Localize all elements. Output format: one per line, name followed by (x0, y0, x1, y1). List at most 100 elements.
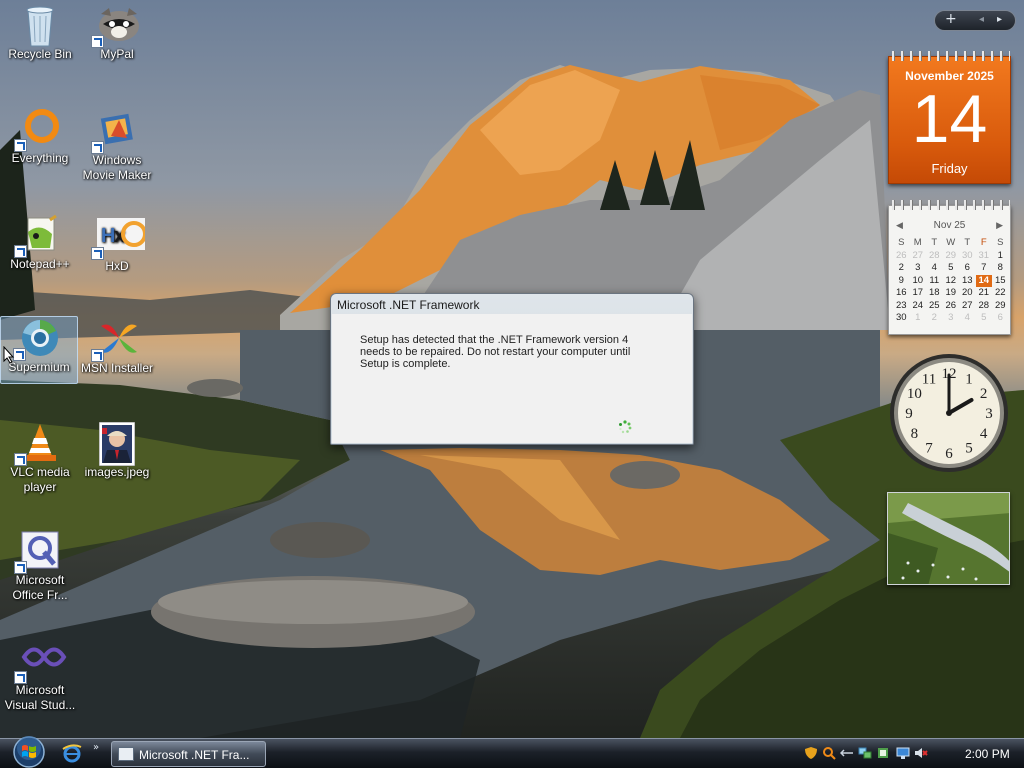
next-gadget-page-button[interactable]: ▸ (997, 14, 1002, 25)
desktop-icon-images-jpeg[interactable]: images.jpeg (77, 421, 157, 480)
calendar-day[interactable]: 28 (926, 250, 943, 263)
calendar-day[interactable]: 27 (959, 300, 976, 313)
add-gadget-button[interactable]: + (945, 11, 957, 27)
calendar-weekday-header: S (898, 237, 905, 248)
security-shield-icon[interactable] (804, 746, 818, 760)
calendar-day[interactable]: 25 (926, 300, 943, 313)
calendar-day[interactable]: 3 (910, 262, 927, 275)
calendar-day[interactable]: 26 (893, 250, 910, 263)
search-icon[interactable] (822, 746, 836, 760)
desktop-icon-hxd[interactable]: H x HxD (77, 216, 157, 274)
desktop-icon-everything[interactable]: Everything (0, 108, 80, 166)
calendar-day[interactable]: 24 (910, 300, 927, 313)
prev-gadget-page-button[interactable]: ◂ (979, 14, 984, 25)
calendar-day[interactable]: 5 (976, 312, 993, 325)
hxd-icon: H x (91, 216, 147, 260)
calendar-day[interactable]: 10 (910, 275, 927, 288)
calendar-day[interactable]: 1 (992, 250, 1009, 263)
quick-launch-more-button[interactable]: » (93, 742, 99, 753)
progress-spinner-icon (619, 420, 632, 434)
clock-numeral: 6 (945, 446, 953, 462)
desktop-icon-label: Windows Movie Maker (82, 153, 152, 182)
desktop-icon-msn-installer[interactable]: MSN Installer (77, 318, 157, 376)
taskbar-clock[interactable]: 2:00 PM (965, 747, 1010, 761)
movie-maker-icon (91, 110, 137, 154)
calendar-gadget-day-view[interactable]: November 2025 14 Friday (888, 51, 1011, 184)
calendar-day[interactable]: 6 (992, 312, 1009, 325)
calendar-day[interactable]: 6 (959, 262, 976, 275)
calendar-day[interactable]: 29 (992, 300, 1009, 313)
calendar-day[interactable]: 17 (910, 287, 927, 300)
calendar-day[interactable]: 3 (943, 312, 960, 325)
network-icon[interactable] (858, 746, 872, 760)
calendar-day[interactable]: 31 (976, 250, 993, 263)
msn-installer-icon (91, 318, 137, 362)
desktop-icon-label: Notepad++ (10, 257, 70, 271)
calendar-day[interactable]: 22 (992, 287, 1009, 300)
calendar-day[interactable]: 9 (893, 275, 910, 288)
calendar-day[interactable]: 19 (943, 287, 960, 300)
taskbar-button-label: Microsoft .NET Fra... (139, 748, 250, 762)
desktop-icon-mypal[interactable]: MyPal (77, 4, 157, 62)
calendar-day[interactable]: 15 (992, 275, 1009, 288)
recycle-bin-icon (20, 4, 60, 47)
calendar-day[interactable]: 1 (910, 312, 927, 325)
calendar-day[interactable]: 20 (959, 287, 976, 300)
next-month-icon[interactable]: ▶ (996, 220, 1003, 231)
clock-numeral: 9 (905, 406, 913, 422)
desktop-icon-recycle-bin[interactable]: Recycle Bin (0, 4, 80, 62)
desktop-icon-label: images.jpeg (84, 465, 150, 479)
calendar-day[interactable]: 30 (959, 250, 976, 263)
desktop-icon-label: MyPal (100, 47, 134, 61)
calendar-weekday-header: T (931, 237, 938, 248)
notepad-plus-plus-icon (14, 214, 60, 258)
taskbar-button-dotnet[interactable]: Microsoft .NET Fra... (111, 741, 266, 767)
calendar-day[interactable]: 4 (959, 312, 976, 325)
slideshow-gadget[interactable] (887, 492, 1010, 585)
calendar-day[interactable]: 29 (943, 250, 960, 263)
calendar-day[interactable]: 21 (976, 287, 993, 300)
desktop-icon-label: VLC media player (10, 465, 70, 494)
calendar-day[interactable]: 13 (959, 275, 976, 288)
calendar-day[interactable]: 28 (976, 300, 993, 313)
office-icon (14, 530, 60, 574)
desktop-icon-visual-studio[interactable]: Microsoft Visual Stud... (0, 640, 80, 713)
sidebar-gadget-toolbar: + ◂ ▸ (934, 10, 1016, 31)
display-icon[interactable] (896, 746, 910, 760)
connection-icon[interactable] (840, 746, 854, 760)
clock-numeral: 7 (925, 441, 933, 457)
calendar-day[interactable]: 30 (893, 312, 910, 325)
dialog-title[interactable]: Microsoft .NET Framework (337, 298, 479, 312)
calendar-day[interactable]: 2 (893, 262, 910, 275)
supermium-icon (13, 317, 59, 361)
calendar-rings (889, 51, 1010, 61)
desktop-icon-vlc[interactable]: VLC media player (0, 422, 80, 495)
calendar-day[interactable]: 7 (976, 262, 993, 275)
clock-gadget[interactable]: 121234567891011 (888, 352, 1010, 474)
desktop-icon-office[interactable]: Microsoft Office Fr... (0, 530, 80, 603)
calendar-day[interactable]: 23 (893, 300, 910, 313)
clock-numeral: 11 (922, 371, 936, 387)
calendar-day-today[interactable]: 14 (975, 274, 992, 287)
calendar-day[interactable]: 8 (992, 262, 1009, 275)
desktop-icon-movie-maker[interactable]: Windows Movie Maker (77, 110, 157, 183)
calendar-day[interactable]: 5 (943, 262, 960, 275)
calendar-day[interactable]: 18 (926, 287, 943, 300)
desktop-icon-notepad-plus-plus[interactable]: Notepad++ (0, 214, 80, 272)
internet-explorer-icon[interactable] (62, 743, 82, 763)
shortcut-arrow-icon (91, 141, 104, 154)
calendar-day[interactable]: 11 (926, 275, 943, 288)
calendar-day[interactable]: 2 (926, 312, 943, 325)
tray-app-icon[interactable] (876, 746, 890, 760)
calendar-day[interactable]: 16 (893, 287, 910, 300)
window-icon (118, 747, 134, 761)
calendar-day[interactable]: 12 (943, 275, 960, 288)
dotnet-setup-dialog[interactable]: Microsoft .NET Framework Setup has detec… (330, 293, 694, 445)
calendar-day[interactable]: 4 (926, 262, 943, 275)
calendar-day[interactable]: 26 (943, 300, 960, 313)
calendar-gadget-month-view[interactable]: ◀ Nov 25 ▶ S M T W T F S 26 27 28 29 30 31 1 2 3 4 5 6 7 8 9 1… (888, 200, 1011, 335)
start-button[interactable] (8, 735, 50, 768)
volume-muted-icon[interactable] (914, 746, 928, 760)
shortcut-arrow-icon (14, 561, 27, 574)
calendar-day[interactable]: 27 (910, 250, 927, 263)
